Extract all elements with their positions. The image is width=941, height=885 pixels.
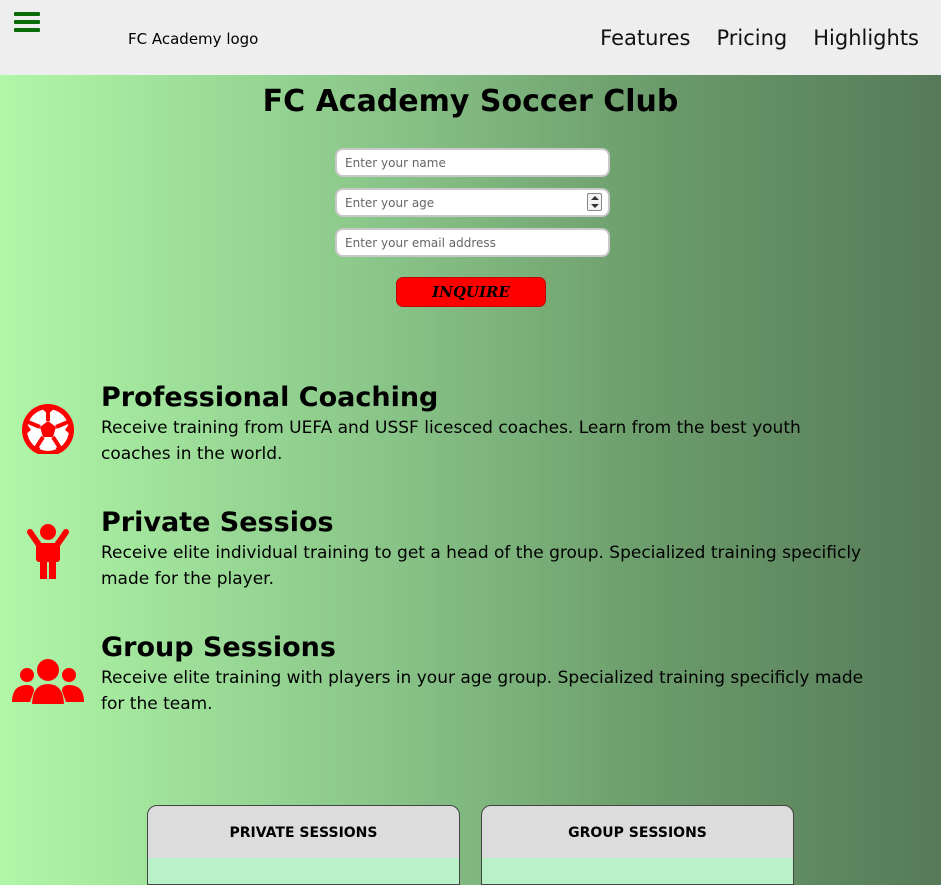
feature-title: Group Sessions [101,632,336,663]
feature-title: Private Sessios [101,507,334,538]
card-body [148,858,459,884]
nav-link-pricing[interactable]: Pricing [716,26,787,50]
feature-description: Receive elite individual training to get… [101,543,862,589]
inquire-button[interactable]: INQUIRE [396,277,546,307]
page-title: FC Academy Soccer Club [262,84,679,119]
nav-links: Features Pricing Highlights [600,26,919,50]
pricing-card-private: PRIVATE SESSIONS [147,805,460,885]
feature-description: Receive training from UEFA and USSF lice… [101,418,801,464]
feature-description: Receive elite training with players in y… [101,668,864,714]
card-title: GROUP SESSIONS [568,825,707,841]
card-title: PRIVATE SESSIONS [229,825,378,841]
age-stepper[interactable] [587,193,602,211]
top-navbar: FC Academy logo Features Pricing Highlig… [0,0,941,75]
hamburger-menu-icon[interactable] [14,12,42,34]
email-field[interactable] [335,228,610,257]
age-field[interactable] [335,188,610,217]
logo-text: FC Academy logo [128,30,259,48]
name-field[interactable] [335,148,610,177]
group-icon [12,640,84,706]
nav-link-highlights[interactable]: Highlights [813,26,919,50]
nav-link-features[interactable]: Features [600,26,690,50]
soccer-ball-icon [12,390,84,456]
feature-title: Professional Coaching [101,382,439,413]
card-body [482,858,793,884]
pricing-card-group: GROUP SESSIONS [481,805,794,885]
person-icon [12,515,84,584]
